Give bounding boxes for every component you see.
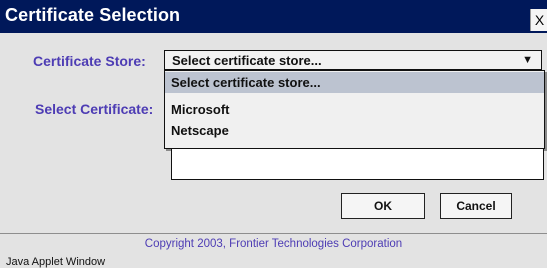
certificate-store-label: Certificate Store:: [33, 53, 146, 69]
select-certificate-label: Select Certificate:: [35, 101, 154, 117]
title-bar: Certificate Selection X: [0, 0, 547, 33]
certificate-store-value: Select certificate store...: [172, 53, 322, 68]
copyright-text: Copyright 2003, Frontier Technologies Co…: [144, 238, 403, 250]
close-button[interactable]: X: [530, 9, 547, 31]
dropdown-option-label: Microsoft: [171, 102, 230, 117]
certificate-store-dropdown: Select certificate store... Microsoft Ne…: [164, 70, 545, 149]
certificate-store-select[interactable]: Select certificate store... ▼: [164, 50, 542, 70]
dropdown-option-microsoft[interactable]: Microsoft: [165, 99, 544, 120]
triangle-down-icon[interactable]: ▼: [522, 54, 533, 66]
certificate-list[interactable]: [171, 149, 544, 180]
dropdown-option-label: Netscape: [171, 123, 229, 138]
status-text: Java Applet Window: [6, 256, 106, 268]
cancel-button[interactable]: Cancel: [440, 193, 512, 219]
dropdown-option-select-store[interactable]: Select certificate store...: [165, 72, 544, 93]
close-icon: X: [534, 12, 545, 28]
window-title: Certificate Selection: [5, 5, 181, 25]
dropdown-option-label: Select certificate store...: [171, 75, 321, 90]
footer: Copyright 2003, Frontier Technologies Co…: [0, 234, 547, 268]
dropdown-option-netscape[interactable]: Netscape: [165, 120, 544, 141]
ok-button[interactable]: OK: [341, 193, 425, 219]
